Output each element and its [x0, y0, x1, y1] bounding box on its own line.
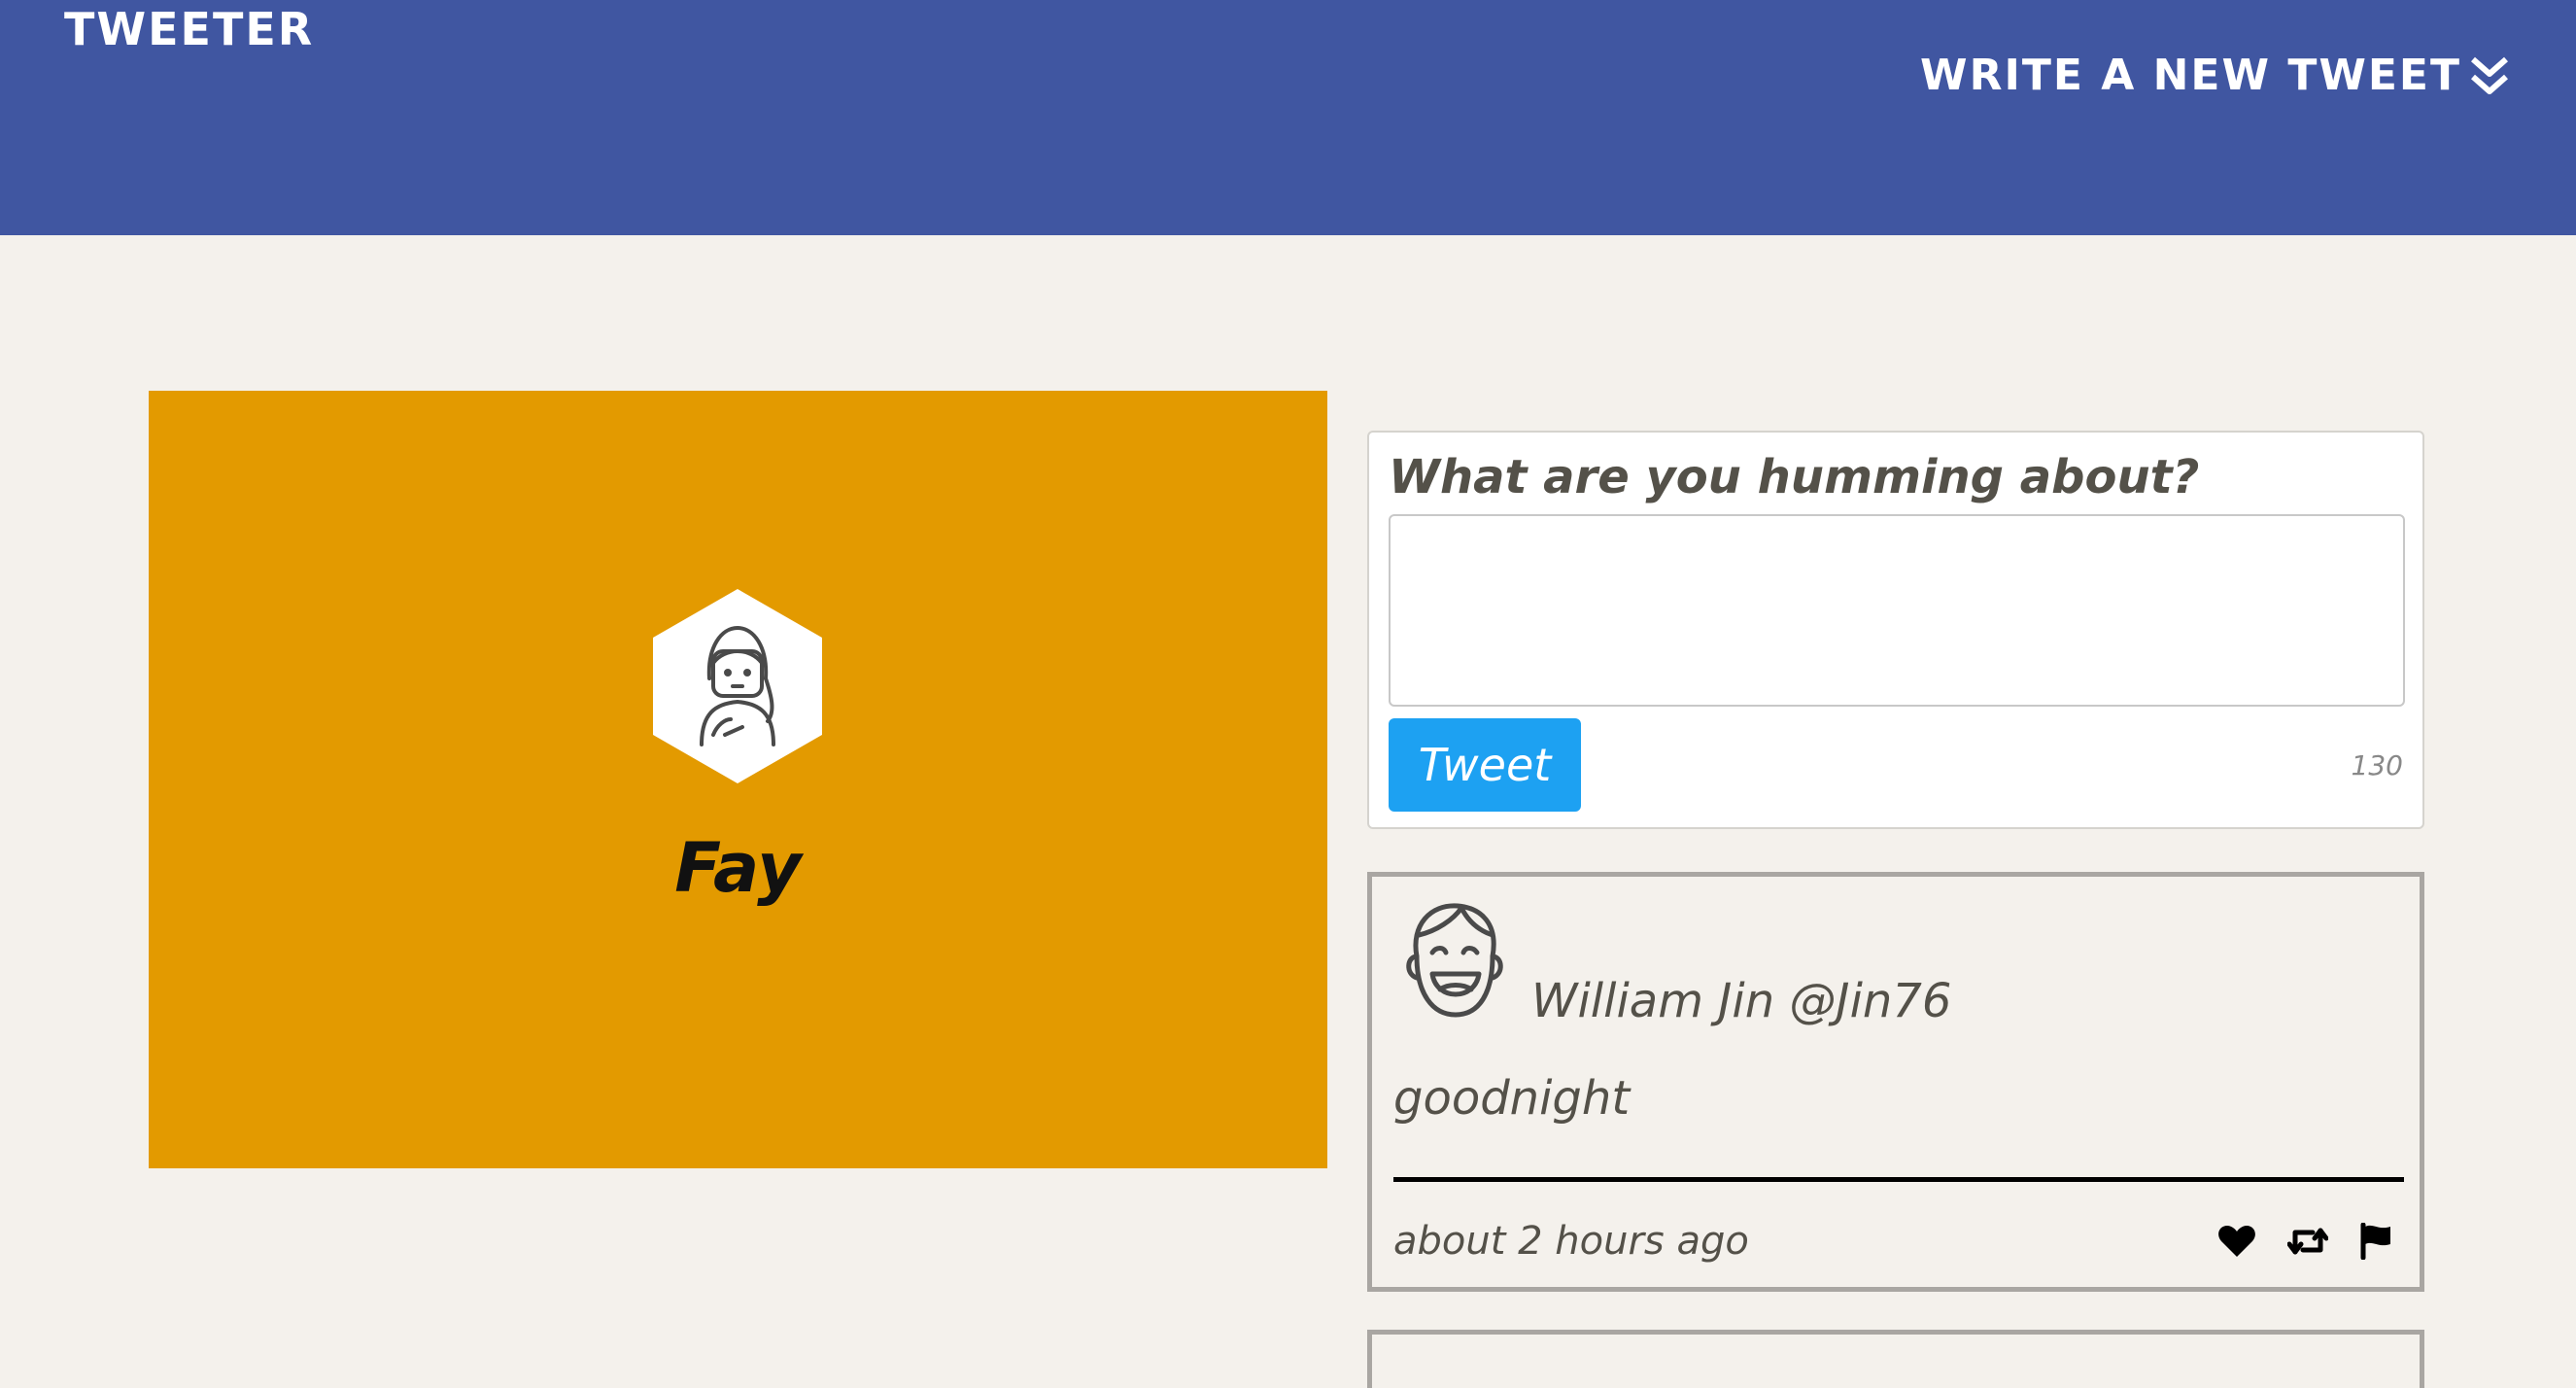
flag-icon[interactable] [2359, 1222, 2392, 1264]
tweet-card-partial [1367, 1330, 2424, 1388]
tweet-text-input[interactable] [1389, 514, 2405, 707]
tweet-submit-button[interactable]: Tweet [1389, 718, 1581, 812]
retweet-icon[interactable] [2286, 1225, 2329, 1262]
heart-icon[interactable] [2217, 1224, 2256, 1263]
brand-logo[interactable]: TWEETER [64, 2, 314, 56]
profile-name: Fay [674, 828, 802, 908]
tweet-body: goodnight [1393, 1071, 1631, 1126]
char-counter: 130 [2351, 749, 2403, 781]
write-new-tweet-label: WRITE A NEW TWEET [1920, 51, 2461, 100]
double-chevron-down-icon [2471, 56, 2508, 94]
tweet-card: William Jin @Jin76 goodnight about 2 hou… [1367, 872, 2424, 1292]
new-tweet-composer: What are you humming about? Tweet 130 [1367, 431, 2424, 829]
tweet-author[interactable]: William Jin @Jin76 [1531, 974, 1951, 1028]
tweet-divider [1393, 1177, 2404, 1182]
tweet-actions [2217, 1222, 2392, 1264]
woman-avatar-icon [653, 589, 822, 783]
laughing-man-avatar-icon [1406, 903, 1503, 1018]
top-nav-bar: TWEETER WRITE A NEW TWEET [0, 0, 2576, 235]
composer-prompt: What are you humming about? [1389, 450, 2200, 504]
tweet-timestamp: about 2 hours ago [1393, 1219, 1749, 1264]
write-new-tweet-toggle[interactable]: WRITE A NEW TWEET [1920, 51, 2512, 100]
